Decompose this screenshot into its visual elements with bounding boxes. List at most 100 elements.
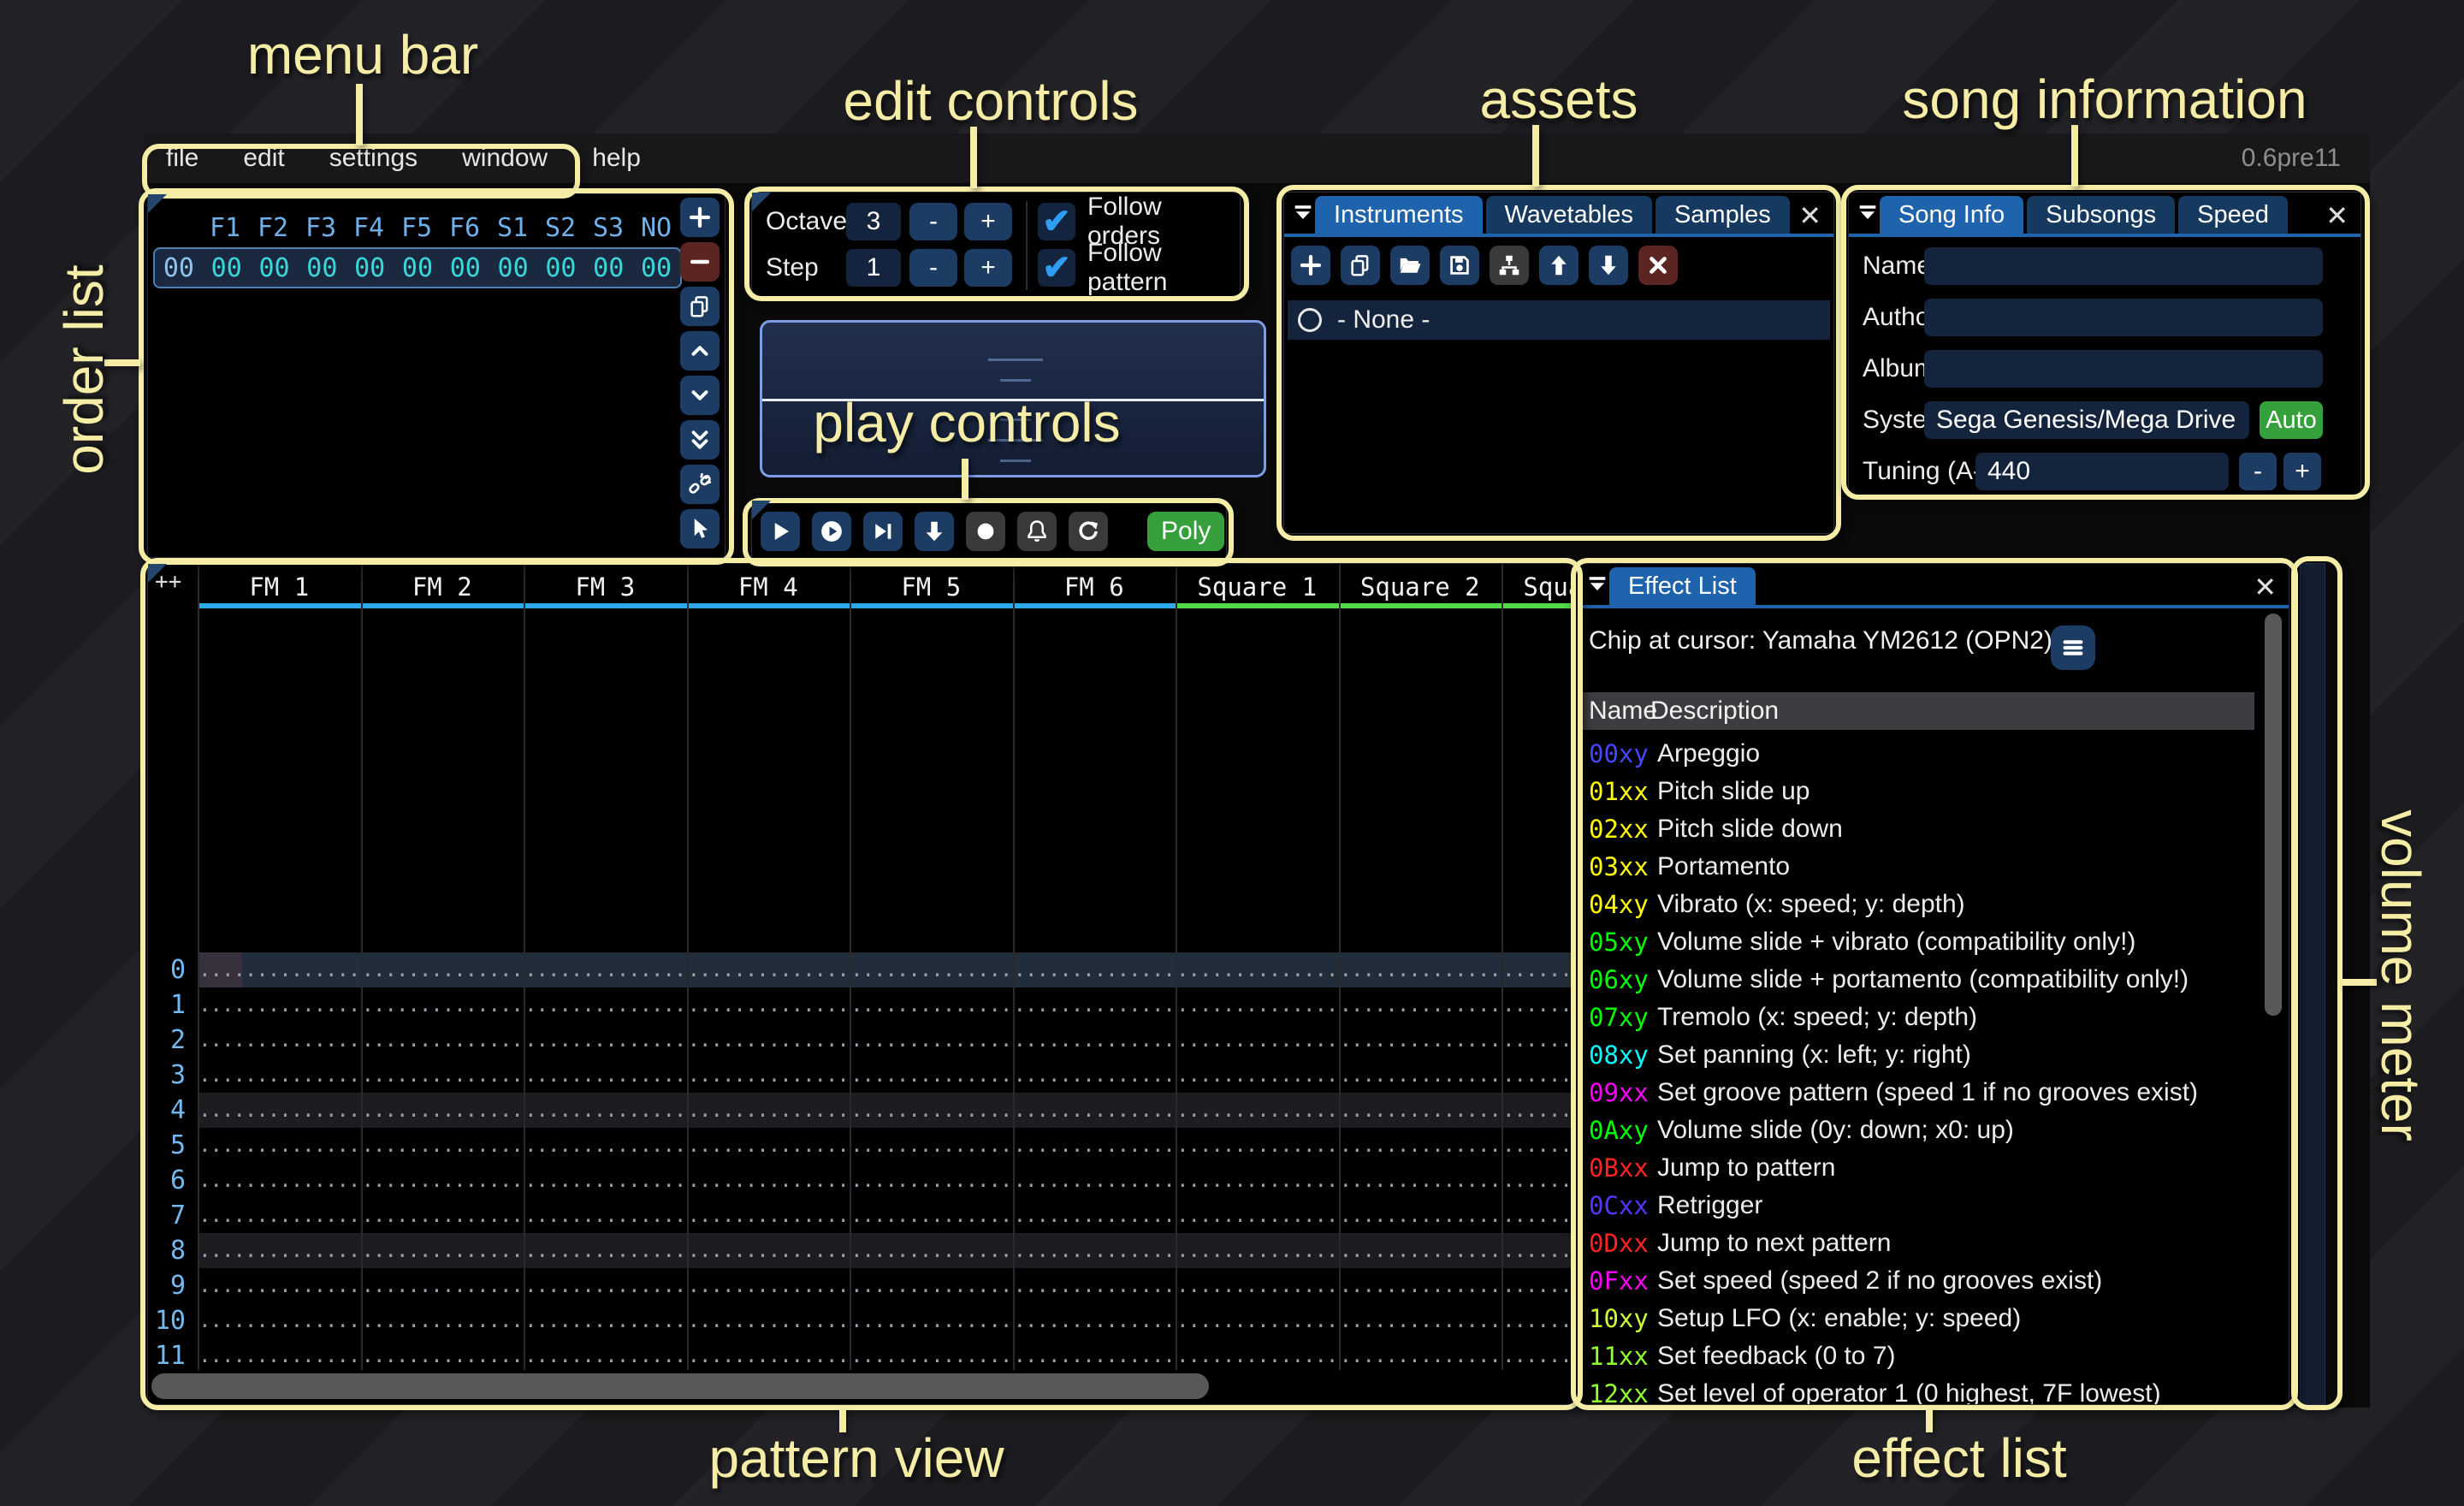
pattern-cell[interactable]: .............. — [850, 1163, 1013, 1198]
play-once-button[interactable] — [863, 512, 903, 551]
pattern-cell[interactable]: .............. — [361, 1023, 524, 1058]
tab-wavetables[interactable]: Wavetables — [1486, 196, 1652, 234]
pattern-cell[interactable]: .............. — [850, 1268, 1013, 1303]
step-button[interactable] — [915, 512, 954, 551]
name-field[interactable] — [1924, 247, 2323, 285]
pattern-cell[interactable]: .............. — [1339, 1233, 1502, 1268]
pattern-cell[interactable]: .............. — [1339, 987, 1502, 1023]
pattern-cell[interactable]: .............. — [1013, 1093, 1176, 1128]
move-to-bottom-button[interactable] — [680, 420, 720, 460]
order-cell[interactable]: 00 — [251, 253, 299, 283]
pattern-cell[interactable]: .............. — [524, 1303, 687, 1338]
pattern-cell[interactable]: .............. — [361, 1163, 524, 1198]
pattern-cell[interactable]: .............. — [524, 1093, 687, 1128]
effect-row[interactable]: 10xySetup LFO (x: enable; y: speed) — [1582, 1300, 2254, 1337]
menu-item-help[interactable]: help — [592, 144, 641, 173]
close-icon[interactable]: ✕ — [2254, 571, 2277, 603]
pattern-cell[interactable]: .............. — [1013, 1198, 1176, 1233]
duplicate-button[interactable] — [1341, 246, 1380, 285]
pattern-cell[interactable]: .............. — [1339, 1303, 1502, 1338]
channel-header-fm-4[interactable]: FM 4 — [687, 571, 850, 603]
pattern-cell[interactable]: .............. — [1013, 1268, 1176, 1303]
effect-row[interactable]: 11xxSet feedback (0 to 7) — [1582, 1337, 2254, 1375]
pattern-cell[interactable]: .............. — [1176, 1198, 1339, 1233]
channel-header-square-3[interactable]: Square 3 — [1502, 571, 1574, 603]
pattern-cell[interactable]: .............. — [524, 987, 687, 1023]
effect-row[interactable]: 0FxxSet speed (speed 2 if no grooves exi… — [1582, 1262, 2254, 1300]
pattern-cell[interactable]: .............. — [687, 1268, 850, 1303]
pattern-cell[interactable]: .............. — [524, 1233, 687, 1268]
menu-item-window[interactable]: window — [462, 144, 548, 173]
pattern-cell[interactable]: .............. — [198, 952, 361, 987]
tuning-increase-button[interactable]: + — [2283, 453, 2321, 490]
pattern-cell[interactable]: .............. — [524, 1128, 687, 1163]
tab-samples[interactable]: Samples — [1656, 196, 1790, 234]
delete-button[interactable] — [1638, 246, 1678, 285]
pattern-cell[interactable]: .............. — [1339, 1093, 1502, 1128]
menu-item-edit[interactable]: edit — [243, 144, 284, 173]
pattern-cell[interactable]: .............. — [1502, 1338, 1574, 1373]
auto-button[interactable]: Auto — [2260, 401, 2323, 439]
channel-header-fm-5[interactable]: FM 5 — [850, 571, 1013, 603]
system-select[interactable]: Sega Genesis/Mega Drive — [1924, 401, 2249, 439]
pattern-cell[interactable]: .............. — [1176, 1058, 1339, 1093]
pattern-cell[interactable]: .............. — [361, 1058, 524, 1093]
order-cell[interactable]: 00 — [298, 253, 346, 283]
step-decrease-button[interactable]: - — [909, 249, 957, 287]
pattern-cell[interactable]: .............. — [1339, 1023, 1502, 1058]
pattern-cell[interactable]: .............. — [1339, 1163, 1502, 1198]
effect-row[interactable]: 02xxPitch slide down — [1582, 810, 2254, 848]
pattern-cell[interactable]: .............. — [687, 952, 850, 987]
pattern-cell[interactable]: .............. — [524, 1058, 687, 1093]
follow-pattern-checkbox[interactable]: ✔ — [1038, 249, 1075, 287]
pattern-cell[interactable]: .............. — [198, 1093, 361, 1128]
effect-row[interactable]: 0DxxJump to next pattern — [1582, 1224, 2254, 1262]
up-button[interactable] — [1539, 246, 1578, 285]
close-icon[interactable]: ✕ — [1798, 199, 1821, 232]
follow-orders-checkbox[interactable]: ✔ — [1038, 203, 1075, 240]
pattern-cell[interactable]: .............. — [1176, 952, 1339, 987]
pattern-cell[interactable]: .............. — [1502, 1093, 1574, 1128]
effect-row[interactable]: 12xxSet level of operator 1 (0 highest, … — [1582, 1375, 2254, 1405]
pattern-cell[interactable]: .............. — [361, 1233, 524, 1268]
pattern-cell[interactable]: .............. — [850, 1023, 1013, 1058]
effect-row[interactable]: 08xySet panning (x: left; y: right) — [1582, 1036, 2254, 1074]
effect-row[interactable]: 0BxxJump to pattern — [1582, 1149, 2254, 1187]
effect-row[interactable]: 00xyArpeggio — [1582, 735, 2254, 773]
play-button[interactable] — [761, 512, 800, 551]
pattern-cell[interactable]: .............. — [1502, 1303, 1574, 1338]
pattern-cell[interactable]: .............. — [1502, 1198, 1574, 1233]
order-cell[interactable]: 00 — [394, 253, 441, 283]
pattern-cell[interactable]: .............. — [687, 1233, 850, 1268]
pattern-cell[interactable]: .............. — [361, 1093, 524, 1128]
pattern-cell[interactable]: .............. — [198, 1023, 361, 1058]
tab-instruments[interactable]: Instruments — [1315, 196, 1483, 234]
pattern-cell[interactable]: .............. — [850, 1198, 1013, 1233]
pattern-cell[interactable]: .............. — [1339, 1058, 1502, 1093]
remove-button[interactable] — [680, 242, 720, 282]
pattern-cell[interactable]: .............. — [1013, 987, 1176, 1023]
deep-clone-button[interactable] — [680, 465, 720, 504]
pattern-cell[interactable]: .............. — [1176, 1023, 1339, 1058]
pattern-cell[interactable]: .............. — [1013, 1023, 1176, 1058]
octave-increase-button[interactable]: + — [964, 203, 1012, 240]
pattern-cell[interactable]: .............. — [361, 1268, 524, 1303]
pattern-cell[interactable]: .............. — [687, 1058, 850, 1093]
pattern-cell[interactable]: .............. — [1176, 1093, 1339, 1128]
pattern-cell[interactable]: .............. — [524, 1268, 687, 1303]
tab-speed[interactable]: Speed — [2178, 196, 2288, 234]
pattern-cell[interactable]: .............. — [1013, 1128, 1176, 1163]
pattern-cell[interactable]: .............. — [850, 1338, 1013, 1373]
order-cell[interactable]: 00 — [584, 253, 632, 283]
pattern-cell[interactable]: .............. — [1176, 1268, 1339, 1303]
pattern-corner-button[interactable]: ++ — [155, 569, 181, 595]
pattern-cell[interactable]: .............. — [1502, 1023, 1574, 1058]
order-list-row[interactable]: 0000000000000000000000 — [153, 247, 682, 288]
metronome-button[interactable] — [1017, 512, 1057, 551]
pattern-cell[interactable]: .............. — [1176, 1233, 1339, 1268]
pattern-cell[interactable]: .............. — [687, 1093, 850, 1128]
pattern-cell[interactable]: .............. — [198, 1163, 361, 1198]
channel-header-fm-6[interactable]: FM 6 — [1013, 571, 1176, 603]
pattern-cell[interactable]: .............. — [1013, 1303, 1176, 1338]
album-field[interactable] — [1924, 350, 2323, 388]
